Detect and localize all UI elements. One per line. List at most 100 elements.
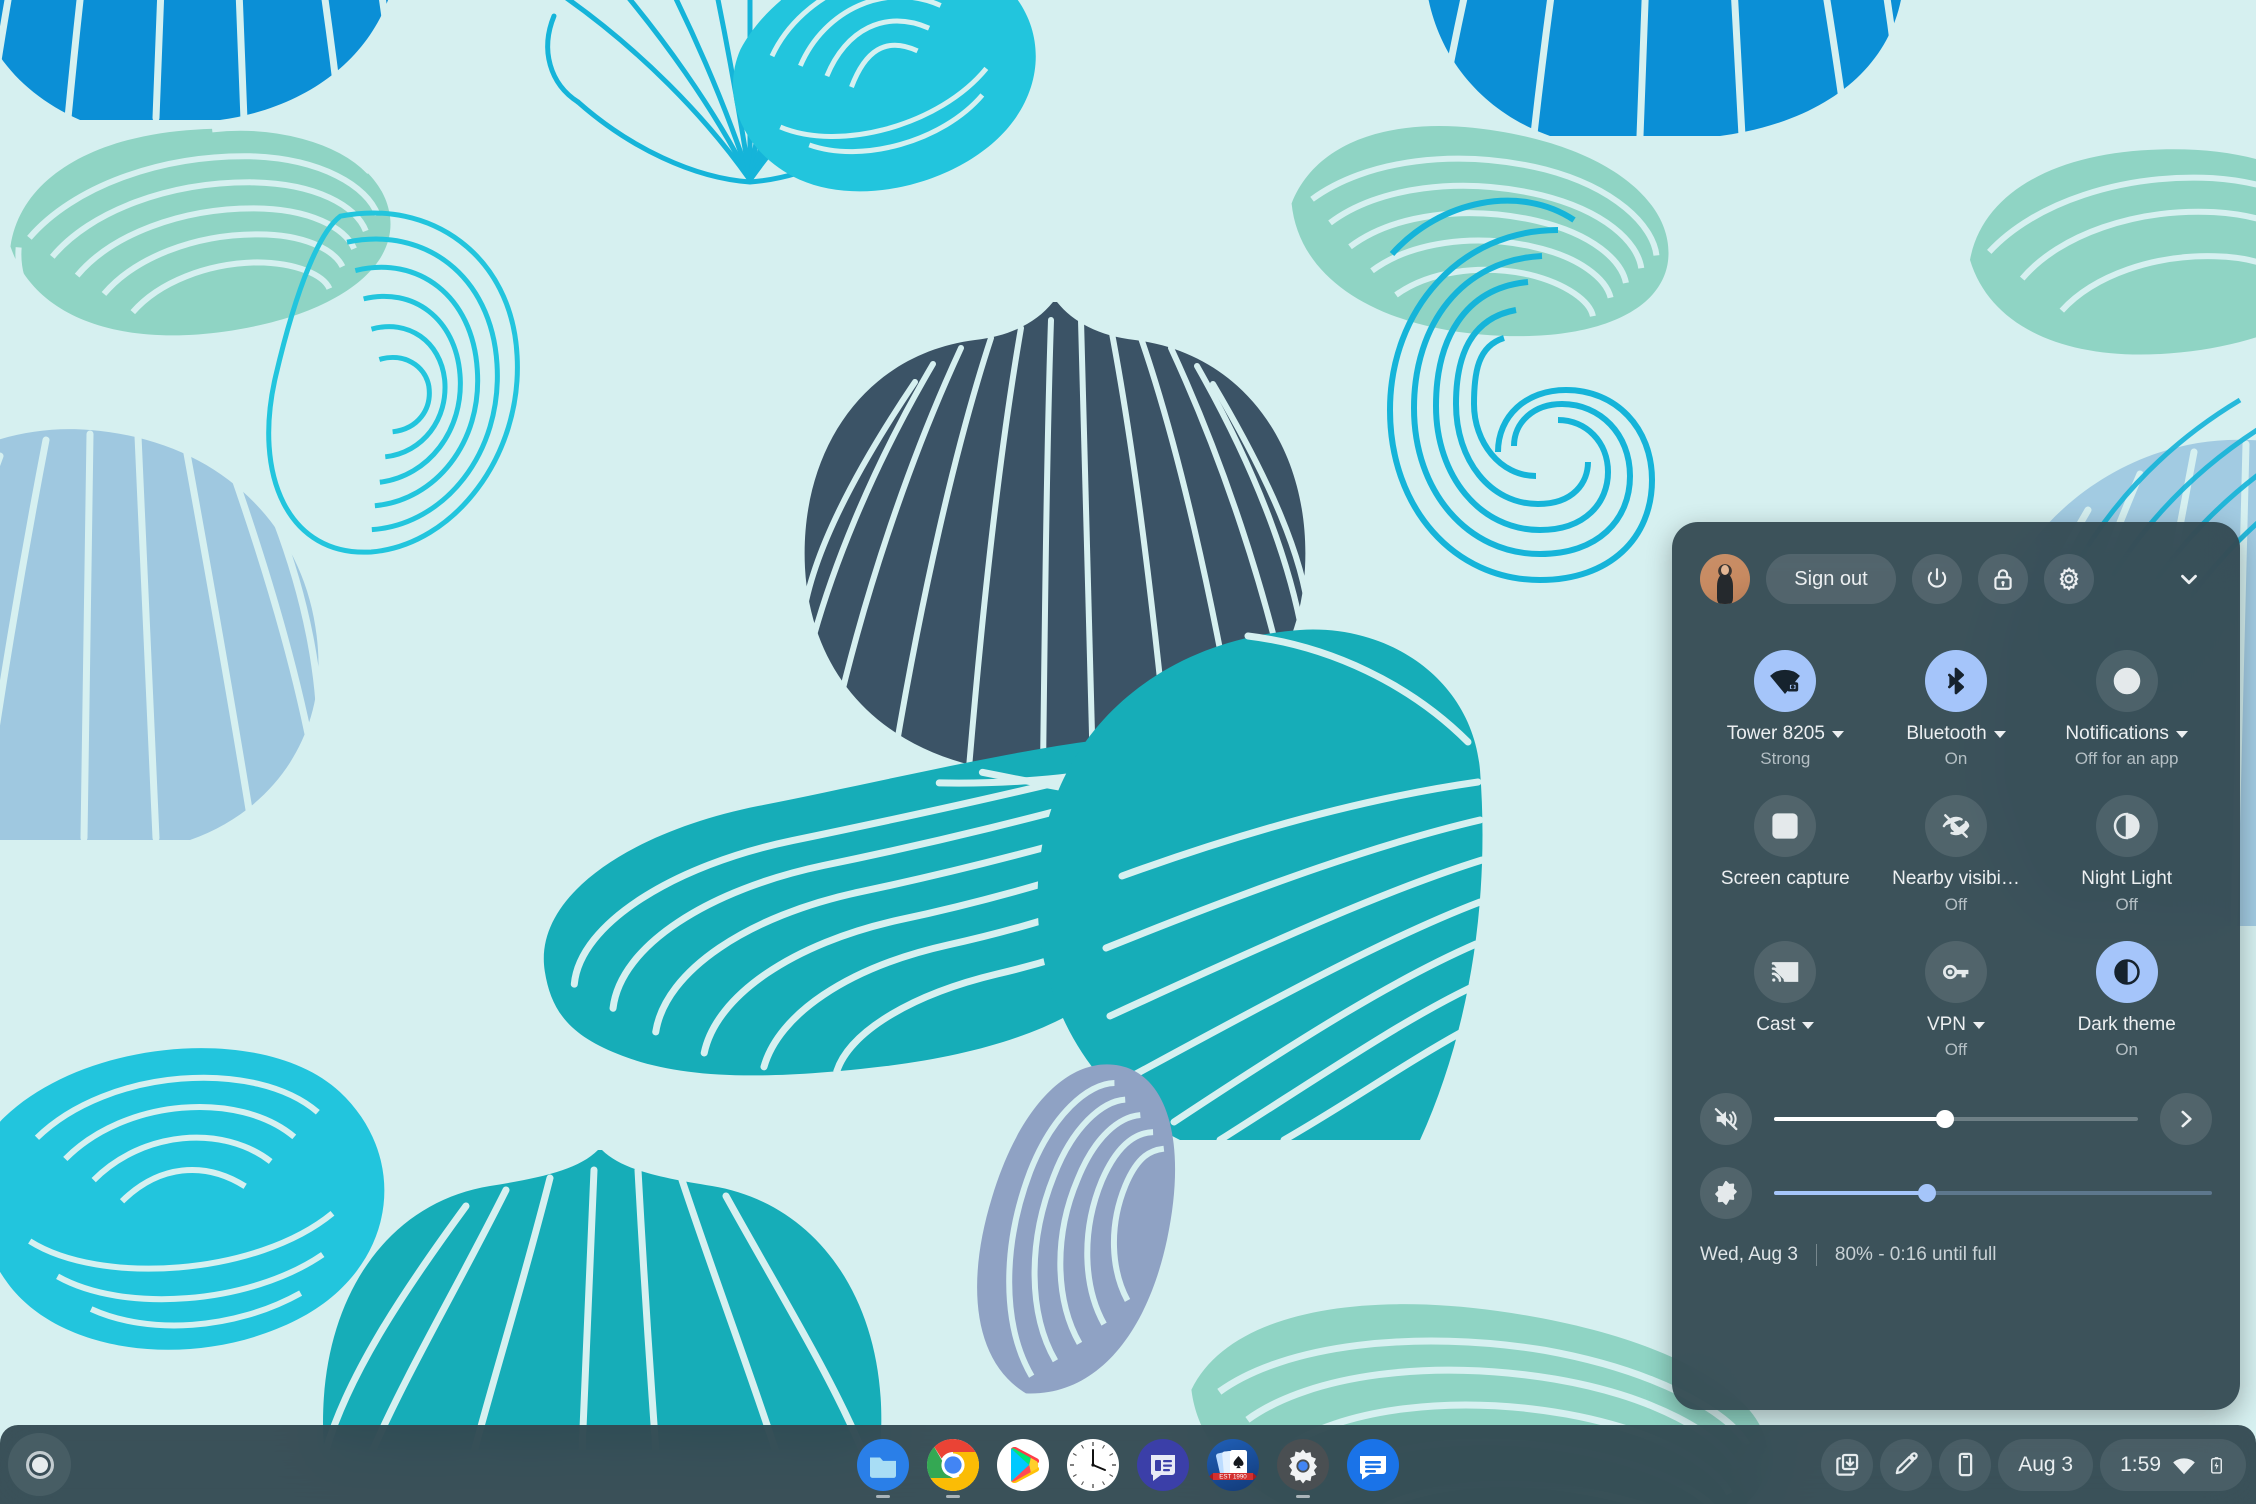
brightness-button[interactable] [1700, 1167, 1752, 1219]
tile-label: Dark theme [2078, 1014, 2176, 1036]
tile-icon-wrapper [2096, 795, 2158, 857]
tray-time-label: 1:59 [2120, 1453, 2161, 1477]
calendar-tray-button[interactable]: Aug 3 [1998, 1439, 2093, 1491]
power-button[interactable] [1912, 554, 1962, 604]
tile-sublabel: Off [1945, 895, 1967, 915]
lock-icon [1990, 566, 2016, 592]
shelf-item-play-store[interactable] [992, 1425, 1054, 1504]
chevron-down-icon [1832, 731, 1844, 738]
shelf-item-chrome[interactable] [922, 1425, 984, 1504]
phone-hub-button[interactable] [1939, 1439, 1991, 1491]
docs-app-icon [1137, 1439, 1189, 1491]
shelf-item-docs[interactable] [1132, 1425, 1194, 1504]
chromeos-desktop: Sign out [0, 0, 2256, 1504]
shelf-item-solitaire[interactable]: EST 1990 [1202, 1425, 1264, 1504]
chrome-app-icon [927, 1439, 979, 1491]
tile-cast[interactable]: Cast [1700, 931, 1871, 1068]
tile-label: Tower 8205 [1727, 723, 1844, 745]
system-tray: Aug 3 1:59 [1821, 1425, 2246, 1504]
volume-muted-icon [1712, 1105, 1740, 1133]
quick-settings-footer: Wed, Aug 3 80% - 0:16 until full [1700, 1244, 2212, 1266]
collapse-button[interactable] [2166, 556, 2212, 602]
shelf-item-files[interactable] [852, 1425, 914, 1504]
brightness-slider[interactable] [1774, 1182, 2212, 1204]
tile-sublabel: On [1945, 749, 1968, 769]
sign-out-button[interactable]: Sign out [1766, 554, 1896, 604]
messages-app-icon [1347, 1439, 1399, 1491]
chevron-down-icon [2176, 566, 2202, 592]
tile-notifications[interactable]: Notifications Off for an app [2041, 640, 2212, 777]
phone-hub-icon [1952, 1451, 1979, 1478]
bluetooth-icon [1940, 665, 1972, 697]
tile-icon-wrapper [1925, 941, 1987, 1003]
files-app-icon [857, 1439, 909, 1491]
tile-label: Bluetooth [1906, 723, 2005, 745]
volume-track-fill [1774, 1117, 1945, 1121]
tile-dark-theme[interactable]: Dark theme On [2041, 931, 2212, 1068]
brightness-track-fill [1774, 1191, 1927, 1195]
shelf-item-settings[interactable] [1272, 1425, 1334, 1504]
chevron-right-icon [2173, 1106, 2199, 1132]
tile-icon-wrapper [1925, 795, 1987, 857]
settings-button[interactable] [2044, 554, 2094, 604]
running-indicator [1296, 1495, 1310, 1498]
chevron-down-icon [1802, 1022, 1814, 1029]
tile-screen-capture[interactable]: Screen capture [1700, 785, 1871, 922]
tile-vpn[interactable]: VPN Off [1871, 931, 2042, 1068]
volume-slider[interactable] [1774, 1108, 2138, 1130]
chevron-down-icon [2176, 731, 2188, 738]
tile-label-text: Bluetooth [1906, 723, 1986, 745]
svg-text:EST 1990: EST 1990 [1219, 1473, 1247, 1480]
date-label[interactable]: Wed, Aug 3 [1700, 1244, 1798, 1266]
tile-icon-wrapper [1754, 650, 1816, 712]
eye-off-icon [1940, 810, 1972, 842]
status-tray-button[interactable]: 1:59 [2100, 1439, 2246, 1491]
running-indicator [876, 1495, 890, 1498]
tile-label-text: Cast [1756, 1014, 1795, 1036]
brightness-slider-row [1700, 1156, 2212, 1230]
tile-icon-wrapper [1754, 795, 1816, 857]
holding-space-button[interactable] [1821, 1439, 1873, 1491]
key-icon [1940, 956, 1972, 988]
chevron-down-icon [1994, 731, 2006, 738]
tile-nearby-visibility[interactable]: Nearby visibi… Off [1871, 785, 2042, 922]
quick-settings-tile-grid: Tower 8205 Strong Bluetooth On [1700, 640, 2212, 1068]
tile-label-text: VPN [1927, 1014, 1966, 1036]
tile-icon-wrapper [2096, 941, 2158, 1003]
screen-capture-icon [1769, 810, 1801, 842]
volume-slider-row [1700, 1082, 2212, 1156]
tile-label-text: Notifications [2065, 723, 2169, 745]
tile-sublabel: On [2115, 1040, 2138, 1060]
tile-icon-wrapper [2096, 650, 2158, 712]
volume-slider-thumb[interactable] [1936, 1110, 1954, 1128]
holding-space-icon [1834, 1451, 1861, 1478]
tile-label: Cast [1756, 1014, 1814, 1036]
tile-label: Notifications [2065, 723, 2188, 745]
footer-divider [1816, 1244, 1817, 1266]
lock-button[interactable] [1978, 554, 2028, 604]
tile-icon-wrapper [1754, 941, 1816, 1003]
avatar[interactable] [1700, 554, 1750, 604]
audio-settings-button[interactable] [2160, 1093, 2212, 1145]
stylus-button[interactable] [1880, 1439, 1932, 1491]
tile-night-light[interactable]: Night Light Off [2041, 785, 2212, 922]
tile-bluetooth[interactable]: Bluetooth On [1871, 640, 2042, 777]
chevron-down-icon [1973, 1022, 1985, 1029]
brightness-slider-thumb[interactable] [1918, 1184, 1936, 1202]
shelf-item-clock[interactable] [1062, 1425, 1124, 1504]
launcher-icon [26, 1451, 54, 1479]
volume-mute-button[interactable] [1700, 1093, 1752, 1145]
quick-settings-header: Sign out [1700, 522, 2212, 630]
shelf-app-list: EST 1990 [852, 1425, 1404, 1504]
tray-date-label: Aug 3 [2018, 1453, 2073, 1477]
solitaire-app-icon: EST 1990 [1207, 1439, 1259, 1491]
tile-label: Nearby visibi… [1892, 868, 2020, 890]
tile-label: VPN [1927, 1014, 1985, 1036]
play-store-app-icon [997, 1439, 1049, 1491]
battery-status-label[interactable]: 80% - 0:16 until full [1835, 1244, 1997, 1266]
tile-sublabel: Off for an app [2075, 749, 2179, 769]
launcher-button[interactable] [8, 1433, 71, 1496]
shelf-item-messages[interactable] [1342, 1425, 1404, 1504]
tile-network[interactable]: Tower 8205 Strong [1700, 640, 1871, 777]
running-indicator [946, 1495, 960, 1498]
